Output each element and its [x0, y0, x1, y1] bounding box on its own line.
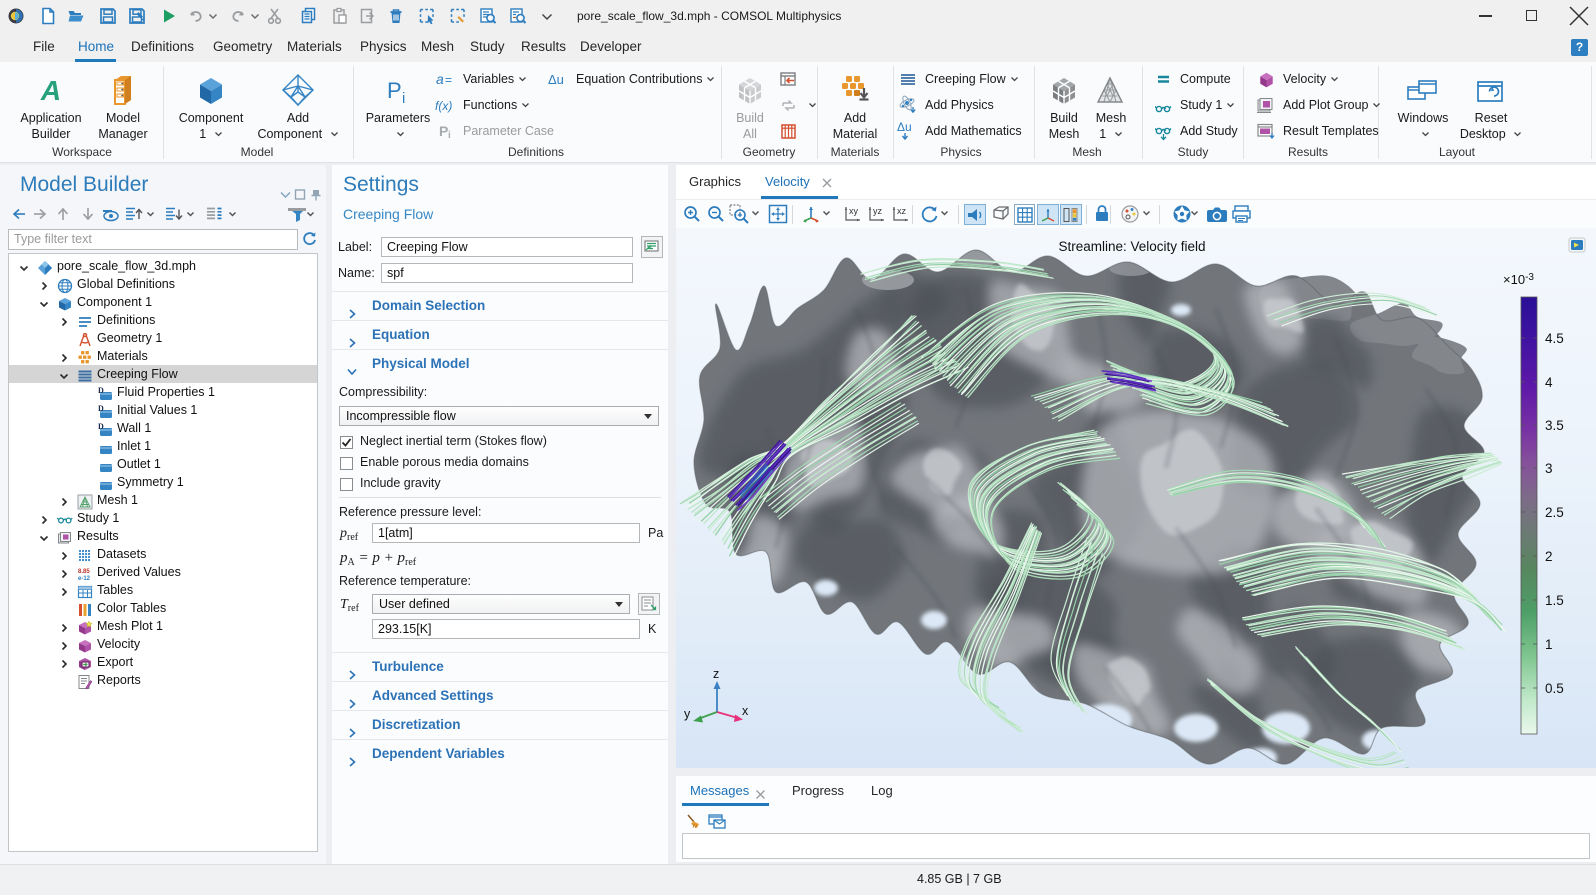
svg-text:1: 1 [1545, 637, 1553, 652]
svg-text:1.5: 1.5 [1545, 593, 1564, 608]
svg-text:P: P [387, 78, 402, 103]
svg-text:y: y [684, 707, 691, 721]
svg-text:3.5: 3.5 [1545, 418, 1564, 433]
svg-text:x: x [742, 704, 749, 718]
svg-text:=: = [445, 73, 452, 87]
svg-text:i: i [448, 130, 451, 140]
svg-text:i: i [402, 90, 405, 107]
svg-text:D: D [98, 386, 104, 395]
svg-text:D: D [98, 422, 104, 431]
svg-text:2.5: 2.5 [1545, 505, 1564, 520]
svg-text:D: D [98, 404, 104, 413]
svg-text:yz: yz [873, 206, 883, 216]
svg-text:3: 3 [1545, 461, 1553, 476]
svg-text:a: a [436, 71, 444, 87]
svg-text:P: P [439, 123, 448, 139]
svg-text:2: 2 [1545, 549, 1553, 564]
svg-text:A: A [40, 75, 61, 106]
svg-text:0.5: 0.5 [1545, 681, 1564, 696]
svg-text:z: z [713, 667, 719, 681]
svg-text:4: 4 [1545, 375, 1553, 390]
svg-text:xz: xz [897, 206, 907, 216]
svg-text:8.85: 8.85 [78, 569, 90, 575]
svg-text:Δu: Δu [548, 72, 564, 87]
svg-text:4.5: 4.5 [1545, 331, 1564, 346]
svg-text:Δu: Δu [897, 120, 912, 134]
svg-text:f(x): f(x) [435, 99, 452, 113]
svg-text:xy: xy [849, 206, 859, 216]
svg-text:Streamline: Velocity field: Streamline: Velocity field [1058, 239, 1205, 254]
